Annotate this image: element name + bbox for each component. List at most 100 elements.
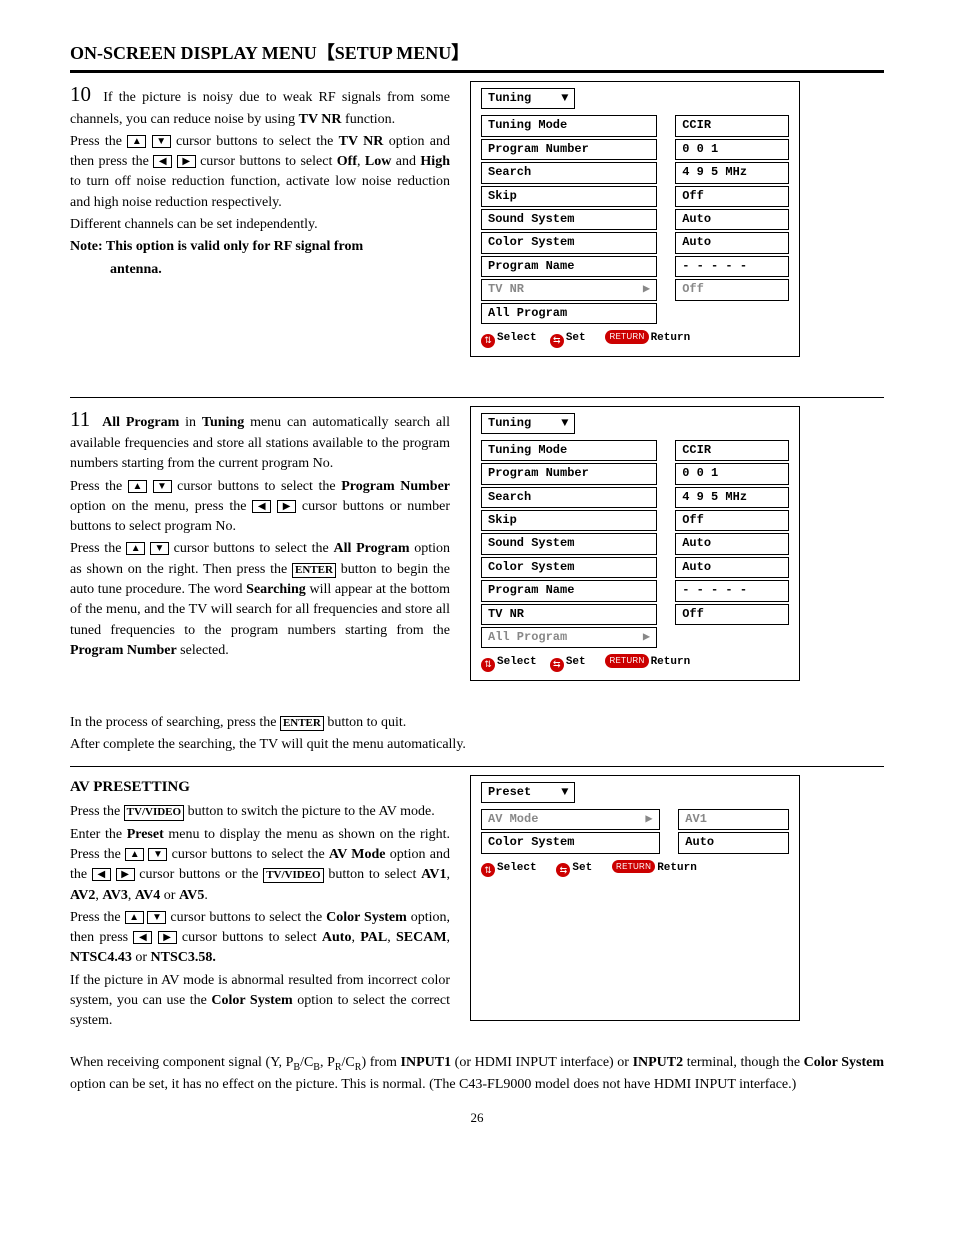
down-arrow-icon: ▼ <box>147 911 166 924</box>
osd-row-label: Color System <box>481 232 657 253</box>
osd-row-value: CCIR <box>675 440 789 461</box>
osd-row-label: Program Name <box>481 256 657 277</box>
up-arrow-icon: ▲ <box>127 135 146 148</box>
right-arrow-icon: ▶ <box>158 931 177 944</box>
set-icon: ⇆ <box>556 863 570 877</box>
osd-title: Preset▼ <box>481 782 575 803</box>
osd-row-label: Sound System <box>481 209 657 230</box>
right-arrow-icon: ▶ <box>643 281 650 298</box>
av-presetting-heading: AV PRESETTING <box>70 777 450 799</box>
osd-row: AV Mode▶ AV1 <box>481 809 789 830</box>
left-arrow-icon: ◀ <box>252 500 271 513</box>
osd-row-value: - - - - - <box>675 580 789 601</box>
osd-table: Tuning Mode CCIR Program Number 0 0 1 Search… <box>481 113 789 326</box>
osd-row-label: Program Name <box>481 580 657 601</box>
osd-row: Program Number 0 0 1 <box>481 139 789 160</box>
menu-down-icon: ▼ <box>561 416 568 430</box>
return-pill-icon: RETURN <box>605 654 648 668</box>
set-icon: ⇆ <box>550 658 564 672</box>
osd-row: All Program <box>481 303 789 324</box>
osd-row: Tuning Mode CCIR <box>481 440 789 461</box>
osd-row-value: CCIR <box>675 115 789 136</box>
osd-row-value: 4 9 5 MHz <box>675 487 789 508</box>
osd-row-value: Auto <box>675 533 789 554</box>
menu-down-icon: ▼ <box>561 91 568 105</box>
osd-row-label: Tuning Mode <box>481 440 657 461</box>
right-arrow-icon: ▶ <box>116 868 135 881</box>
osd-row: Skip Off <box>481 510 789 531</box>
step-11-text: 11 All Program in Tuning menu can automa… <box>70 404 450 711</box>
osd-row-label: Skip <box>481 510 657 531</box>
osd-row-value: Auto <box>678 832 789 853</box>
osd-row-value: - - - - - <box>675 256 789 277</box>
osd-row: TV NR▶Off <box>481 279 789 300</box>
up-arrow-icon: ▲ <box>125 911 144 924</box>
down-arrow-icon: ▼ <box>153 480 172 493</box>
return-pill-icon: RETURN <box>605 330 648 344</box>
osd-row-label: AV Mode▶ <box>481 809 660 830</box>
osd-row-label: Tuning Mode <box>481 115 657 136</box>
osd-row-value: 0 0 1 <box>675 463 789 484</box>
osd-row: Tuning Mode CCIR <box>481 115 789 136</box>
av-presetting-text: AV PRESETTING Press the TV/VIDEO button … <box>70 773 450 1051</box>
osd-row-value: Off <box>675 279 789 300</box>
right-arrow-icon: ▶ <box>177 155 196 168</box>
enter-button-icon: ENTER <box>292 563 336 578</box>
set-icon: ⇆ <box>550 334 564 348</box>
osd-row: Color System Auto <box>481 232 789 253</box>
right-arrow-icon: ▶ <box>645 811 652 828</box>
osd-row: Program Name - - - - - <box>481 580 789 601</box>
osd-footer: ⇅Select ⇆Set RETURNReturn <box>481 654 789 672</box>
osd-row-label: Program Number <box>481 463 657 484</box>
down-arrow-icon: ▼ <box>150 542 169 555</box>
osd-row-value: Auto <box>675 557 789 578</box>
right-arrow-icon: ▶ <box>643 629 650 646</box>
page-number: 26 <box>70 1109 884 1128</box>
osd-row-value <box>675 627 789 648</box>
osd-row-value: AV1 <box>678 809 789 830</box>
osd-row-value <box>675 303 789 324</box>
osd-row-label: Search <box>481 162 657 183</box>
step-number-11: 11 <box>70 407 90 431</box>
osd-row: All Program▶ <box>481 627 789 648</box>
osd-row-value: Off <box>675 186 789 207</box>
osd-row-value: Auto <box>675 209 789 230</box>
select-icon: ⇅ <box>481 658 495 672</box>
osd-row-value: Auto <box>675 232 789 253</box>
osd-row: Program Name - - - - - <box>481 256 789 277</box>
osd-footer: ⇅Select ⇆Set RETURNReturn <box>481 860 789 878</box>
right-arrow-icon: ▶ <box>277 500 296 513</box>
section-rule <box>70 397 884 398</box>
left-arrow-icon: ◀ <box>153 155 172 168</box>
osd-row-label: All Program▶ <box>481 627 657 648</box>
osd-row-label: Program Number <box>481 139 657 160</box>
osd-row: Sound System Auto <box>481 209 789 230</box>
osd-table: Tuning ModeCCIRProgram Number0 0 1Search… <box>481 438 789 651</box>
osd-title: Tuning▼ <box>481 88 575 109</box>
osd-row-value: 0 0 1 <box>675 139 789 160</box>
osd-row: Color System Auto <box>481 557 789 578</box>
left-arrow-icon: ◀ <box>133 931 152 944</box>
osd-title: Tuning▼ <box>481 413 575 434</box>
up-arrow-icon: ▲ <box>125 848 144 861</box>
heading-rule <box>70 70 884 73</box>
up-arrow-icon: ▲ <box>126 542 145 555</box>
osd-row-label: Color System <box>481 557 657 578</box>
osd-row: TV NROff <box>481 604 789 625</box>
osd-row: Sound System Auto <box>481 533 789 554</box>
osd-row-label: Sound System <box>481 533 657 554</box>
osd-row: Color SystemAuto <box>481 832 789 853</box>
step-number-10: 10 <box>70 82 91 106</box>
osd-row-label: Skip <box>481 186 657 207</box>
osd-footer: ⇅Select ⇆Set RETURNReturn <box>481 330 789 348</box>
step-10-text: 10 If the picture is noisy due to weak R… <box>70 79 450 386</box>
down-arrow-icon: ▼ <box>152 135 171 148</box>
select-icon: ⇅ <box>481 334 495 348</box>
osd-row-value: Off <box>675 510 789 531</box>
osd-row: Skip Off <box>481 186 789 207</box>
enter-button-icon: ENTER <box>280 716 324 731</box>
tv-video-button-icon: TV/VIDEO <box>124 805 184 820</box>
osd-row: Program Number 0 0 1 <box>481 463 789 484</box>
page-title: ON-SCREEN DISPLAY MENU【SETUP MENU】 <box>70 40 884 66</box>
menu-down-icon: ▼ <box>561 785 568 799</box>
